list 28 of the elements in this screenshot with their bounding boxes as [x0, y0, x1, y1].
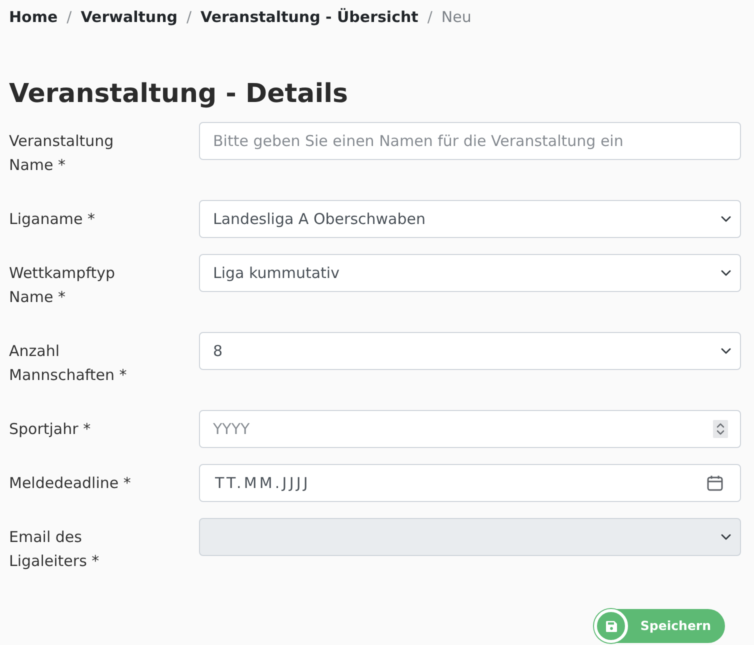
spinner-icon[interactable] [713, 420, 728, 438]
chevron-down-icon [721, 534, 731, 540]
dropdown[interactable]: Liga kummutativ [199, 254, 741, 292]
field-label: Anzahl Mannschaften * [9, 341, 128, 386]
breadcrumb-separator: / [66, 7, 72, 28]
number-input[interactable]: YYYY [199, 410, 741, 448]
date-input[interactable]: TT.MM.JJJJ [199, 464, 741, 502]
breadcrumb-separator: / [186, 7, 192, 28]
calendar-icon[interactable] [707, 475, 723, 491]
field-label: Liganame * [9, 209, 96, 230]
breadcrumb-link[interactable]: Veranstaltung - Übersicht [200, 6, 418, 28]
field-label: Email des Ligaleiters * [9, 527, 100, 572]
dropdown[interactable]: Landesliga A Oberschwaben [199, 200, 741, 238]
chevron-down-icon [721, 216, 731, 222]
dropdown[interactable]: 8 [199, 332, 741, 370]
page-heading: Veranstaltung - Details [9, 78, 350, 111]
field-label: Meldedeadline * [9, 473, 132, 494]
breadcrumb-current: Neu [441, 7, 472, 28]
breadcrumb-separator: / [427, 7, 432, 28]
chevron-down-icon [721, 348, 731, 354]
save-icon [594, 609, 628, 643]
field-label: Sportjahr * [9, 419, 92, 440]
breadcrumb-link[interactable]: Home [9, 6, 58, 28]
text-input[interactable]: Bitte geben Sie einen Namen für die Veranstaltung ein [199, 122, 741, 160]
chevron-down-icon [721, 270, 731, 276]
breadcrumb-link[interactable]: Verwaltung [80, 6, 178, 28]
field-label: Veranstaltung Name * [9, 131, 115, 176]
field-label: Wettkampftyp Name * [9, 263, 116, 308]
